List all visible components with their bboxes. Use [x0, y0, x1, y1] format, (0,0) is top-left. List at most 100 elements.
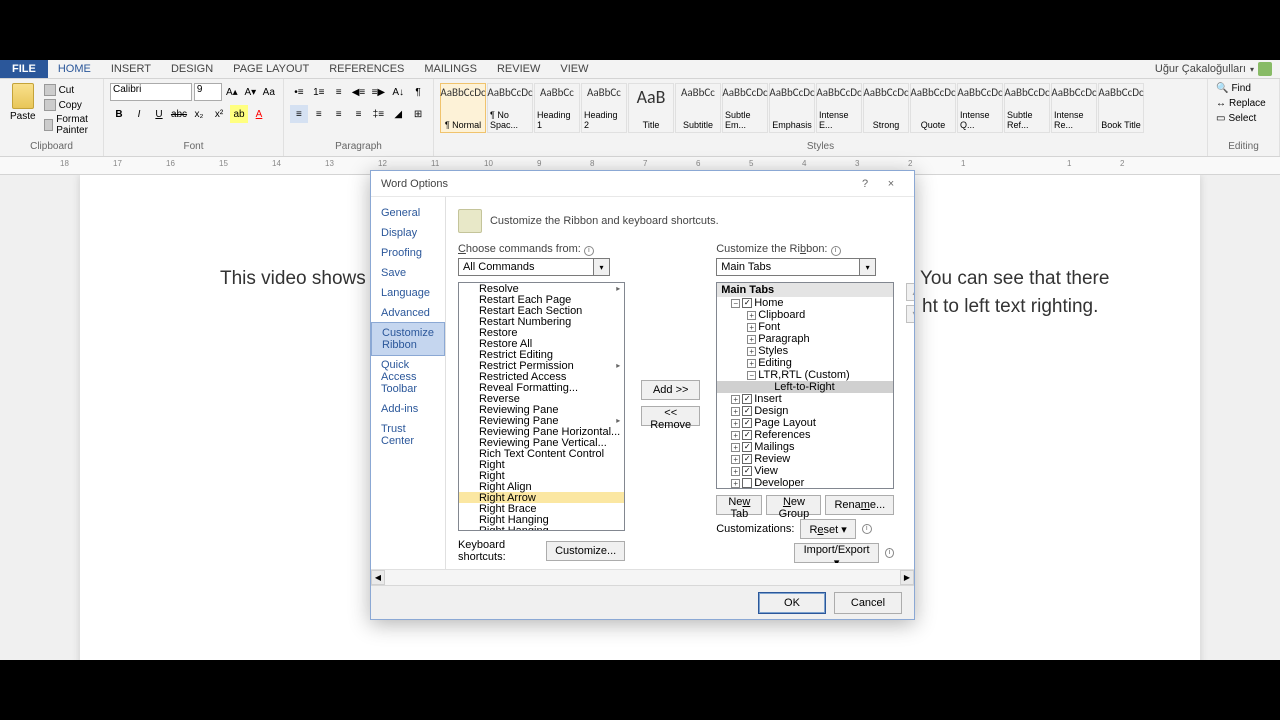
user-account[interactable]: Uğur Çakaloğulları ▾ — [1147, 60, 1280, 78]
numbering-button[interactable]: 1≡ — [310, 83, 328, 101]
italic-button[interactable]: I — [130, 105, 148, 123]
command-item[interactable]: Reviewing Pane▸ — [459, 415, 624, 426]
style-book-title[interactable]: AaBbCcDcBook Title — [1098, 83, 1144, 133]
tab-view[interactable]: VIEW — [550, 60, 598, 78]
tree-node[interactable]: +✓Review — [717, 453, 893, 465]
tab-insert[interactable]: INSERT — [101, 60, 161, 78]
find-button[interactable]: 🔍Find — [1212, 81, 1275, 96]
checkbox[interactable]: ✓ — [742, 430, 752, 440]
customize-ribbon-combo[interactable]: Main Tabs▾ — [716, 258, 876, 276]
tree-node[interactable]: +Styles — [717, 345, 893, 357]
command-item[interactable]: Restore — [459, 327, 624, 338]
expand-toggle[interactable]: + — [747, 347, 756, 356]
close-button[interactable]: × — [878, 174, 904, 194]
command-item[interactable]: Right Brace — [459, 503, 624, 514]
command-item[interactable]: Right Hanging — [459, 525, 624, 531]
command-item[interactable]: Restrict Permission▸ — [459, 360, 624, 371]
tree-node[interactable]: +Clipboard — [717, 309, 893, 321]
checkbox[interactable] — [742, 478, 752, 488]
expand-toggle[interactable]: + — [731, 419, 740, 428]
expand-toggle[interactable]: + — [731, 455, 740, 464]
info-icon[interactable]: i — [831, 246, 841, 256]
command-item[interactable]: Right — [459, 459, 624, 470]
tree-node[interactable]: +Font — [717, 321, 893, 333]
command-item[interactable]: Reviewing Pane Vertical... — [459, 437, 624, 448]
style---normal[interactable]: AaBbCcDc¶ Normal — [440, 83, 486, 133]
file-tab[interactable]: FILE — [0, 60, 48, 78]
ok-button[interactable]: OK — [758, 592, 826, 614]
tab-design[interactable]: DESIGN — [161, 60, 223, 78]
font-size-select[interactable]: 9 — [194, 83, 222, 101]
new-tab-button[interactable]: New Tab — [716, 495, 762, 515]
command-item[interactable]: Restore All — [459, 338, 624, 349]
style-subtitle[interactable]: AaBbCcSubtitle — [675, 83, 721, 133]
style-intense-e---[interactable]: AaBbCcDcIntense E... — [816, 83, 862, 133]
underline-button[interactable]: U — [150, 105, 168, 123]
checkbox[interactable]: ✓ — [742, 406, 752, 416]
add-button[interactable]: Add >> — [641, 380, 700, 400]
category-advanced[interactable]: Advanced — [371, 303, 445, 323]
decrease-indent-button[interactable]: ◀≡ — [350, 83, 368, 101]
command-item[interactable]: Restart Each Section — [459, 305, 624, 316]
tree-node[interactable]: +Paragraph — [717, 333, 893, 345]
checkbox[interactable]: ✓ — [742, 418, 752, 428]
choose-commands-combo[interactable]: All Commands▾ — [458, 258, 610, 276]
sort-button[interactable]: A↓ — [389, 83, 407, 101]
checkbox[interactable]: ✓ — [742, 454, 752, 464]
customize-keyboard-button[interactable]: Customize... — [546, 541, 625, 561]
command-item[interactable]: Reveal Formatting... — [459, 382, 624, 393]
command-item[interactable]: Right Align — [459, 481, 624, 492]
command-item[interactable]: Reverse — [459, 393, 624, 404]
replace-button[interactable]: ↔Replace — [1212, 96, 1275, 111]
superscript-button[interactable]: x² — [210, 105, 228, 123]
category-general[interactable]: General — [371, 203, 445, 223]
checkbox[interactable]: ✓ — [742, 442, 752, 452]
expand-toggle[interactable]: + — [731, 479, 740, 488]
expand-toggle[interactable]: + — [731, 467, 740, 476]
command-item[interactable]: Restrict Editing — [459, 349, 624, 360]
command-item[interactable]: Restricted Access — [459, 371, 624, 382]
expand-toggle[interactable]: + — [731, 431, 740, 440]
expand-toggle[interactable]: + — [747, 335, 756, 344]
ribbon-tree[interactable]: Main Tabs −✓Home+Clipboard+Font+Paragrap… — [716, 282, 894, 489]
cancel-button[interactable]: Cancel — [834, 592, 902, 614]
info-icon[interactable]: i — [885, 548, 894, 558]
style-emphasis[interactable]: AaBbCcDcEmphasis — [769, 83, 815, 133]
reset-button[interactable]: Reset ▾ — [800, 519, 855, 539]
info-icon[interactable]: i — [584, 246, 594, 256]
paste-button[interactable]: Paste — [4, 81, 42, 139]
tree-node[interactable]: Left-to-Right — [717, 381, 893, 393]
tree-node[interactable]: −LTR,RTL (Custom) — [717, 369, 893, 381]
expand-toggle[interactable]: + — [747, 323, 756, 332]
command-item[interactable]: Reviewing Pane Horizontal... — [459, 426, 624, 437]
checkbox[interactable]: ✓ — [742, 466, 752, 476]
checkbox[interactable]: ✓ — [742, 394, 752, 404]
line-spacing-button[interactable]: ‡≡ — [369, 105, 387, 123]
command-item[interactable]: Reviewing Pane — [459, 404, 624, 415]
category-save[interactable]: Save — [371, 263, 445, 283]
expand-toggle[interactable]: + — [731, 443, 740, 452]
align-center-button[interactable]: ≡ — [310, 105, 328, 123]
dialog-horizontal-scrollbar[interactable]: ◀▶ — [371, 569, 914, 585]
tab-page-layout[interactable]: PAGE LAYOUT — [223, 60, 319, 78]
tree-node[interactable]: +Editing — [717, 357, 893, 369]
format-painter-button[interactable]: Format Painter — [42, 113, 99, 137]
command-item[interactable]: Right Arrow — [459, 492, 624, 503]
import-export-button[interactable]: Import/Export ▾ — [794, 543, 879, 563]
text-highlight-button[interactable]: ab — [230, 105, 248, 123]
style-quote[interactable]: AaBbCcDcQuote — [910, 83, 956, 133]
info-icon[interactable]: i — [862, 524, 872, 534]
category-trust-center[interactable]: Trust Center — [371, 419, 445, 451]
tab-mailings[interactable]: MAILINGS — [414, 60, 487, 78]
grow-font-button[interactable]: A▴ — [224, 83, 240, 101]
move-up-button[interactable]: ▲ — [906, 283, 914, 301]
expand-toggle[interactable]: + — [747, 311, 756, 320]
expand-toggle[interactable]: + — [731, 395, 740, 404]
dialog-titlebar[interactable]: Word Options ? × — [371, 171, 914, 197]
new-group-button[interactable]: New Group — [766, 495, 821, 515]
tab-references[interactable]: REFERENCES — [319, 60, 414, 78]
style-intense-re---[interactable]: AaBbCcDcIntense Re... — [1051, 83, 1097, 133]
subscript-button[interactable]: x₂ — [190, 105, 208, 123]
expand-toggle[interactable]: − — [747, 371, 756, 380]
tree-node[interactable]: +✓Insert — [717, 393, 893, 405]
